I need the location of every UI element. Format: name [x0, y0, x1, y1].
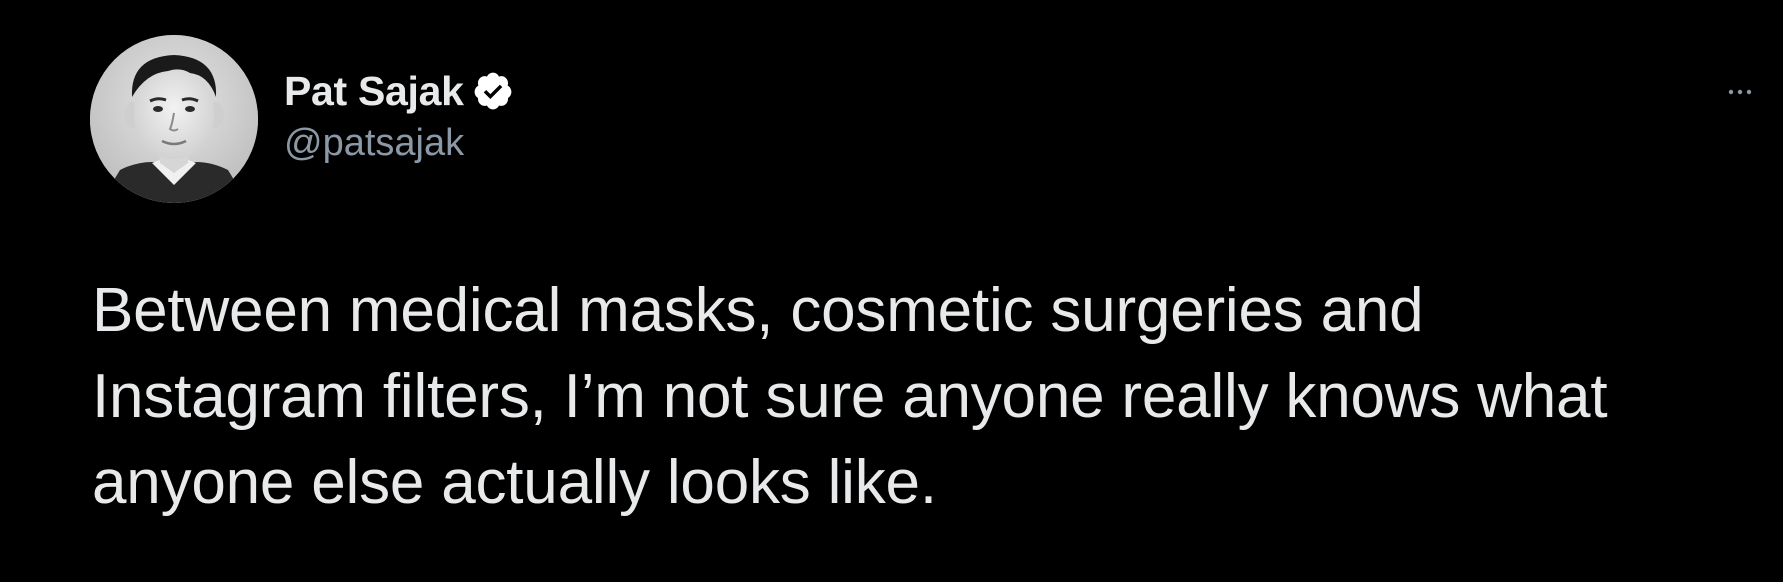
- author-display-name[interactable]: Pat Sajak: [284, 68, 464, 115]
- tweet-card: Pat Sajak @patsajak Between medical mask…: [0, 0, 1783, 582]
- author-name-row[interactable]: Pat Sajak: [284, 66, 514, 116]
- more-options-icon[interactable]: [1720, 72, 1760, 112]
- avatar[interactable]: [90, 35, 258, 203]
- author-handle[interactable]: @patsajak: [284, 122, 464, 165]
- verified-badge-icon: [472, 70, 514, 112]
- avatar-portrait-image: [90, 35, 258, 203]
- tweet-body-text: Between medical masks, cosmetic surgerie…: [92, 276, 1608, 517]
